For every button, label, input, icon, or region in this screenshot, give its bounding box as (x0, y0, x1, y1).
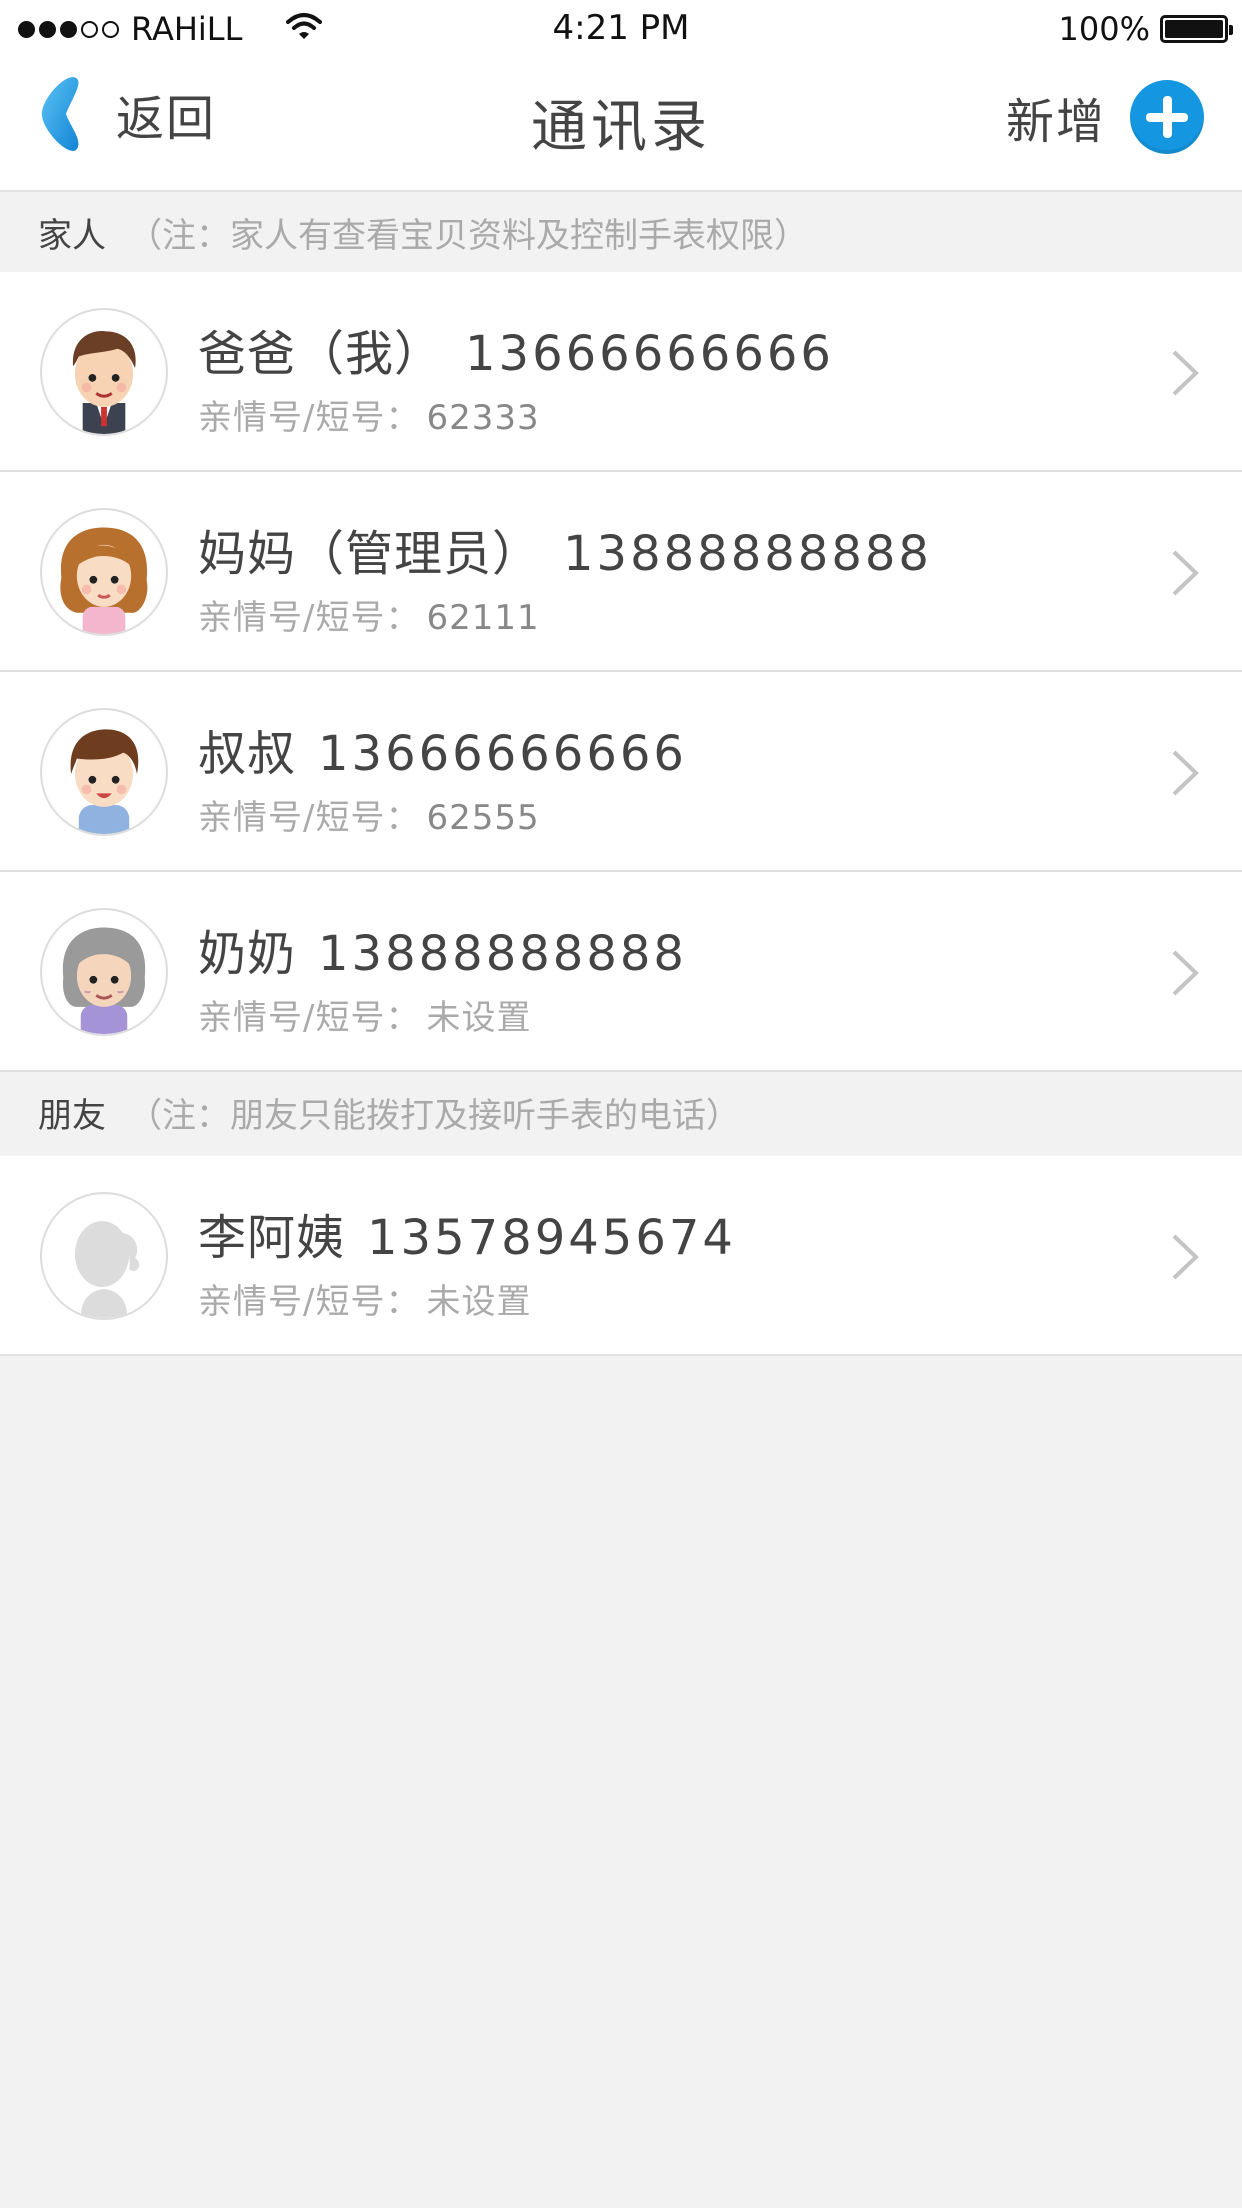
short-number-label: 亲情号/短号： (198, 398, 421, 438)
battery-icon (1160, 15, 1233, 43)
contact-name: 妈妈（管理员） (198, 526, 542, 582)
contact-phone: 13666666666 (318, 726, 687, 782)
contact-short-number: 亲情号/短号： 未设置 (198, 990, 531, 1039)
chevron-right-icon (1172, 950, 1199, 996)
chevron-right-icon (1172, 350, 1199, 396)
add-contact-button[interactable]: 新增 (1006, 80, 1204, 154)
contact-phone: 13666666666 (465, 326, 834, 382)
section-title: 朋友 (38, 1095, 106, 1136)
dad-avatar-icon (40, 308, 168, 436)
short-number-value: 未设置 (426, 998, 532, 1038)
section-header-family: 家人 （注：家人有查看宝贝资料及控制手表权限） (0, 192, 1242, 272)
short-number-value: 62555 (426, 798, 540, 838)
mom-avatar-icon (40, 508, 168, 636)
contact-title: 妈妈（管理员） 13888888888 (198, 514, 932, 584)
grandma-avatar-icon (40, 908, 168, 1036)
short-number-label: 亲情号/短号： (198, 1282, 421, 1322)
battery-percent: 100% (1058, 10, 1150, 48)
contact-row[interactable]: 李阿姨 13578945674 亲情号/短号： 未设置 (0, 1156, 1242, 1356)
short-number-value: 62111 (426, 598, 540, 638)
chevron-right-icon (1172, 550, 1199, 596)
contact-title: 李阿姨 13578945674 (198, 1198, 736, 1268)
chevron-right-icon (1172, 750, 1199, 796)
short-number-label: 亲情号/短号： (198, 598, 421, 638)
plus-icon (1130, 80, 1204, 154)
battery-status: 100% (1058, 10, 1233, 48)
contact-row[interactable]: 奶奶 13888888888 亲情号/短号： 未设置 (0, 872, 1242, 1072)
contact-name: 爸爸（我） (198, 326, 444, 382)
section-header-friends: 朋友 （注：朋友只能拨打及接听手表的电话） (0, 1072, 1242, 1152)
section-note: （注：朋友只能拨打及接听手表的电话） (128, 1095, 740, 1136)
contact-short-number: 亲情号/短号： 未设置 (198, 1274, 531, 1323)
contact-short-number: 亲情号/短号： 62111 (198, 590, 540, 639)
contact-short-number: 亲情号/短号： 62333 (198, 390, 540, 439)
uncle-avatar-icon (40, 708, 168, 836)
clock: 4:21 PM (552, 8, 690, 48)
contact-row[interactable]: 爸爸（我） 13666666666 亲情号/短号： 62333 (0, 272, 1242, 472)
add-label: 新增 (1005, 94, 1106, 150)
contact-row[interactable]: 叔叔 13666666666 亲情号/短号： 62555 (0, 672, 1242, 872)
short-number-label: 亲情号/短号： (198, 798, 421, 838)
contact-row[interactable]: 妈妈（管理员） 13888888888 亲情号/短号： 62111 (0, 472, 1242, 672)
contact-phone: 13888888888 (563, 526, 932, 582)
nav-bar: 返回 通讯录 新增 (0, 58, 1242, 192)
contact-title: 奶奶 13888888888 (198, 914, 687, 984)
short-number-label: 亲情号/短号： (198, 998, 421, 1038)
short-number-value: 62333 (426, 398, 540, 438)
contact-phone: 13578945674 (367, 1210, 736, 1266)
contact-name: 李阿姨 (198, 1210, 346, 1266)
contact-name: 奶奶 (198, 926, 297, 982)
section-note: （注：家人有查看宝贝资料及控制手表权限） (128, 215, 808, 256)
contact-name: 叔叔 (198, 726, 297, 782)
section-title: 家人 (38, 215, 106, 256)
status-bar: RAHiLL 4:21 PM 100% (0, 0, 1242, 58)
short-number-value: 未设置 (426, 1282, 532, 1322)
contact-title: 爸爸（我） 13666666666 (198, 314, 834, 384)
contact-phone: 13888888888 (318, 926, 687, 982)
contact-title: 叔叔 13666666666 (198, 714, 687, 784)
placeholder-avatar-icon (40, 1192, 168, 1320)
chevron-right-icon (1172, 1234, 1199, 1280)
contact-short-number: 亲情号/短号： 62555 (198, 790, 540, 839)
